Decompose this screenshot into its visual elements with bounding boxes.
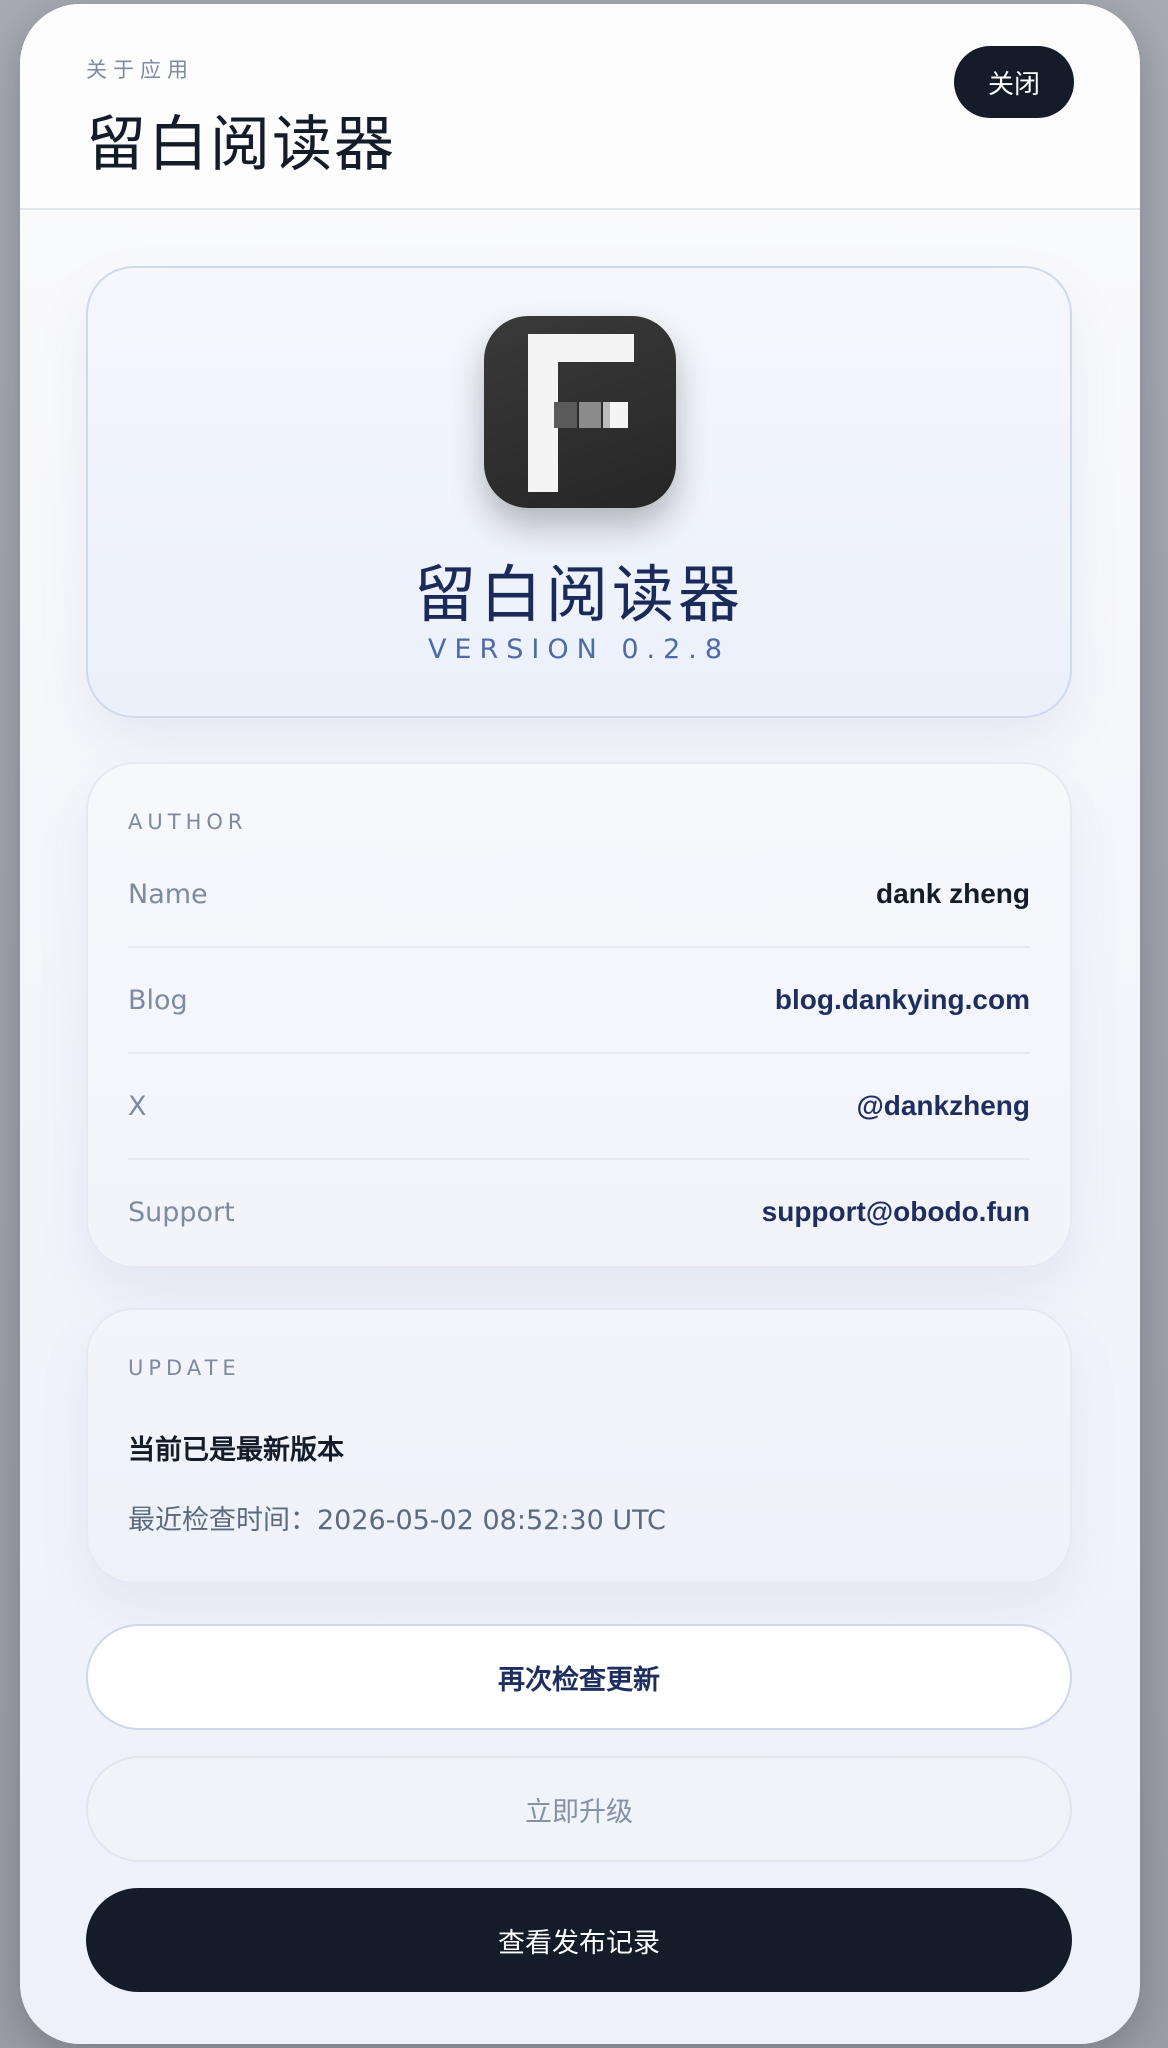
app-info-card: 留白阅读器 VERSION 0.2.8 bbox=[86, 266, 1072, 718]
author-section-label: AUTHOR bbox=[128, 810, 248, 834]
x-handle-link[interactable]: @dankzheng bbox=[856, 1090, 1030, 1122]
author-card: AUTHOR Name dank zheng Blog blog.dankyin… bbox=[86, 762, 1072, 1268]
row-label: Name bbox=[128, 878, 208, 910]
row-label: X bbox=[128, 1090, 147, 1122]
sheet-header: 关于应用 留白阅读器 关闭 bbox=[20, 4, 1140, 210]
row-label: Support bbox=[128, 1196, 235, 1228]
app-logo-icon-graphic bbox=[528, 334, 634, 492]
app-name: 留白阅读器 bbox=[413, 558, 744, 631]
check-update-button[interactable]: 再次检查更新 bbox=[86, 1624, 1072, 1730]
support-email-link[interactable]: support@obodo.fun bbox=[762, 1196, 1030, 1228]
about-sheet: 关于应用 留白阅读器 关闭 留白阅读器 VERSION 0.2.8 AUTHOR… bbox=[20, 4, 1140, 2044]
blog-link[interactable]: blog.dankying.com bbox=[775, 984, 1030, 1016]
close-button[interactable]: 关闭 bbox=[954, 46, 1074, 118]
update-section-label: UPDATE bbox=[128, 1356, 241, 1380]
last-checked-time: 最近检查时间：2026-05-02 08:52:30 UTC bbox=[128, 1505, 666, 1536]
page-title: 留白阅读器 bbox=[86, 110, 396, 180]
update-status: 当前已是最新版本 bbox=[128, 1435, 344, 1466]
view-release-notes-button[interactable]: 查看发布记录 bbox=[86, 1888, 1072, 1992]
app-logo-icon bbox=[484, 316, 676, 508]
author-name-value: dank zheng bbox=[875, 878, 1030, 909]
author-row-x: X @dankzheng bbox=[128, 1054, 1030, 1160]
upgrade-now-button[interactable]: 立即升级 bbox=[86, 1756, 1072, 1862]
author-row-name: Name dank zheng bbox=[128, 842, 1030, 948]
header-eyebrow: 关于应用 bbox=[86, 58, 194, 82]
row-label: Blog bbox=[128, 984, 188, 1016]
author-row-blog: Blog blog.dankying.com bbox=[128, 948, 1030, 1054]
update-card: UPDATE 当前已是最新版本 最近检查时间：2026-05-02 08:52:… bbox=[86, 1308, 1072, 1584]
author-row-support: Support support@obodo.fun bbox=[128, 1160, 1030, 1264]
app-version: VERSION 0.2.8 bbox=[427, 634, 731, 665]
